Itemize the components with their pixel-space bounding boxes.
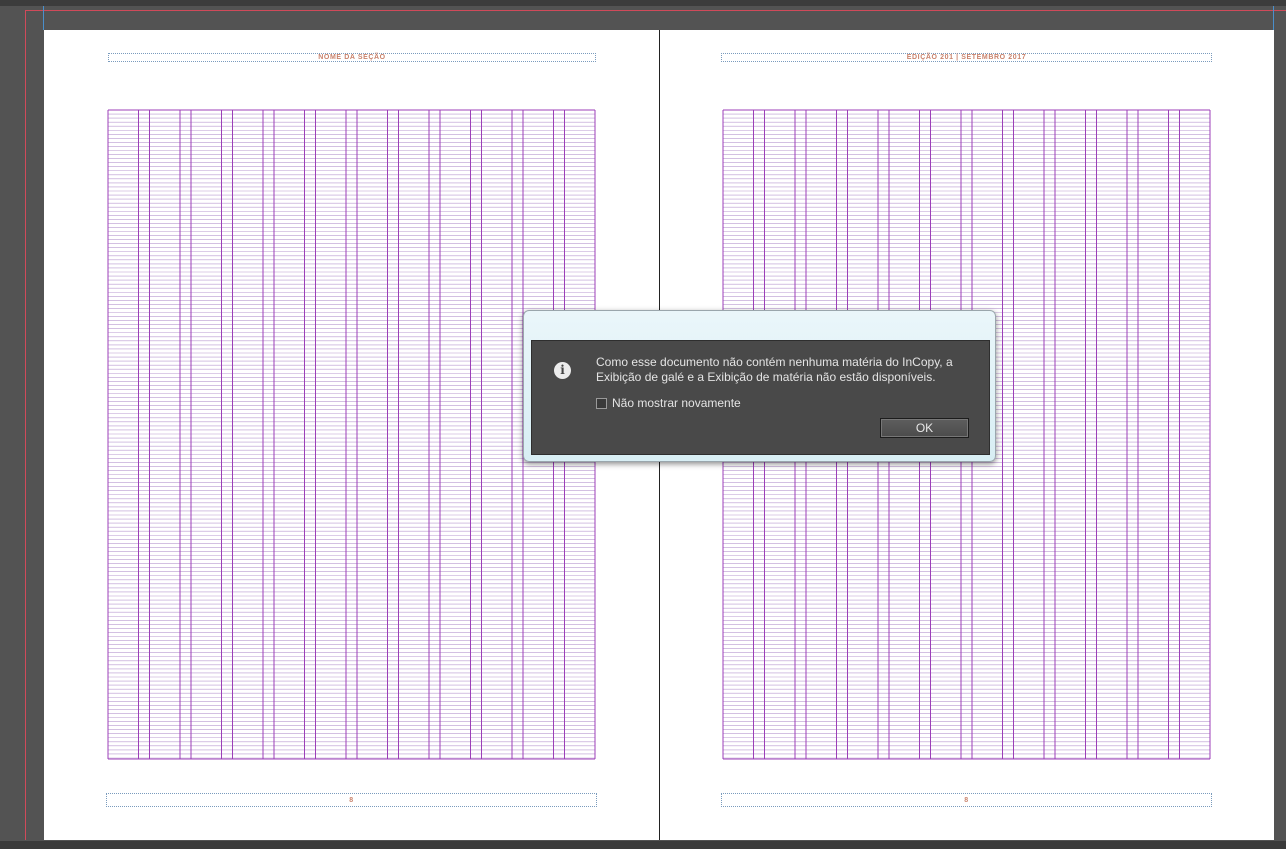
dont-show-again-row[interactable]: Não mostrar novamente (596, 396, 741, 410)
info-icon: i (554, 362, 571, 379)
spread-guide-right (1273, 6, 1274, 30)
dont-show-again-checkbox[interactable] (596, 397, 607, 409)
edition-header: EDIÇÃO 201 | SETEMBRO 2017 (906, 54, 1027, 61)
dont-show-again-label[interactable]: Não mostrar novamente (612, 396, 741, 410)
right-page-number: 8 (964, 796, 969, 804)
ok-button[interactable]: OK (880, 418, 969, 438)
dialog-message-line-1: Como esse documento não contém nenhuma m… (596, 355, 953, 369)
bleed-guide-top (25, 10, 1286, 11)
dialog-message-line-2: Exibição de galé e a Exibição de matéria… (596, 370, 936, 384)
incopy-alert-dialog: i Como esse documento não contém nenhuma… (523, 310, 996, 462)
dialog-body: i Como esse documento não contém nenhuma… (531, 340, 990, 455)
top-toolbar-edge (0, 0, 1286, 6)
left-folio-frame[interactable]: 8 (106, 793, 597, 807)
spread-guide-left (43, 6, 44, 30)
right-folio-frame[interactable]: 8 (721, 793, 1212, 807)
left-page-number: 8 (349, 796, 354, 804)
bleed-guide-left (25, 10, 26, 840)
right-header-frame[interactable]: EDIÇÃO 201 | SETEMBRO 2017 (721, 53, 1212, 62)
section-name-header: NOME DA SEÇÃO (318, 54, 386, 61)
status-bar-edge (0, 841, 1286, 849)
dialog-message: Como esse documento não contém nenhuma m… (596, 355, 976, 385)
left-header-frame[interactable]: NOME DA SEÇÃO (108, 53, 596, 62)
